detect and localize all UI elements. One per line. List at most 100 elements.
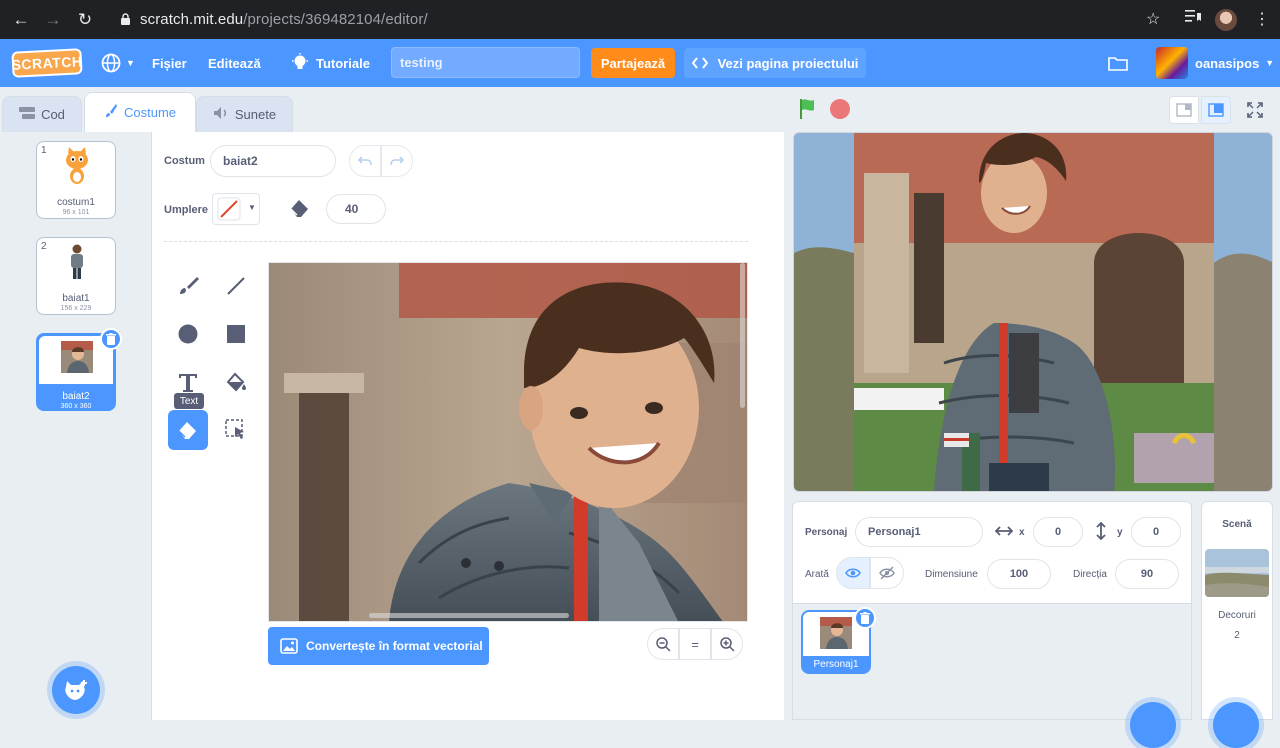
select-tool[interactable] bbox=[216, 410, 256, 450]
line-tool[interactable] bbox=[216, 266, 256, 306]
stage[interactable] bbox=[793, 132, 1273, 492]
delete-costume-trash-icon[interactable] bbox=[100, 328, 122, 350]
add-sprite-button[interactable] bbox=[1130, 702, 1176, 748]
undo-button[interactable] bbox=[349, 145, 381, 177]
zoom-out-icon bbox=[656, 637, 671, 652]
hide-sprite-button[interactable] bbox=[870, 557, 904, 589]
redo-icon bbox=[390, 156, 404, 165]
fill-label: Umplere bbox=[164, 204, 209, 216]
sprite-name-input[interactable]: Personaj1 bbox=[855, 517, 983, 547]
marquee-select-icon bbox=[225, 419, 244, 439]
small-stage-button[interactable] bbox=[1169, 96, 1199, 124]
language-menu[interactable]: ▼ bbox=[101, 39, 135, 87]
reload-icon[interactable]: ↻ bbox=[74, 9, 96, 31]
tab-sounds-label: Sunete bbox=[234, 107, 277, 122]
file-menu[interactable]: Fișier bbox=[152, 39, 187, 87]
menu-bar: SCRATCH ▼ Fișier Editează Tutoriale test… bbox=[0, 39, 1280, 87]
circle-icon bbox=[178, 324, 198, 344]
direction-input[interactable]: 90 bbox=[1115, 559, 1179, 589]
size-input[interactable]: 100 bbox=[987, 559, 1051, 589]
see-project-page-button[interactable]: Vezi pagina proiectului bbox=[684, 48, 866, 78]
redo-button[interactable] bbox=[381, 145, 413, 177]
backdrops-label: Decoruri bbox=[1218, 610, 1256, 621]
address-bar[interactable]: scratch.mit.edu/projects/369482104/edito… bbox=[110, 5, 1190, 34]
edit-menu[interactable]: Editează bbox=[208, 39, 261, 87]
fullscreen-icon bbox=[1247, 102, 1263, 118]
text-icon bbox=[179, 374, 197, 392]
costume-item-2[interactable]: 2 baiat1 156 x 229 bbox=[36, 237, 116, 315]
sprite-name-label: Personaj bbox=[805, 527, 848, 538]
fullscreen-button[interactable] bbox=[1240, 96, 1270, 124]
normal-stage-button[interactable] bbox=[1201, 96, 1231, 124]
code-icon bbox=[19, 107, 36, 122]
eraser-tool[interactable] bbox=[168, 410, 208, 450]
normal-stage-icon bbox=[1208, 103, 1224, 117]
zoom-out-button[interactable] bbox=[647, 628, 679, 660]
zoom-reset-button[interactable]: = bbox=[679, 628, 711, 660]
scratch-logo[interactable]: SCRATCH bbox=[11, 48, 83, 78]
rectangle-tool[interactable] bbox=[216, 314, 256, 354]
delete-sprite-trash-icon[interactable] bbox=[854, 607, 876, 629]
direction-label: Direcția bbox=[1073, 569, 1107, 580]
image-icon bbox=[280, 638, 298, 654]
tab-costumes[interactable]: Costume bbox=[84, 92, 196, 132]
my-stuff-folder-icon[interactable] bbox=[1108, 39, 1128, 87]
url-host: scratch.mit.edu bbox=[140, 11, 244, 28]
circle-tool[interactable] bbox=[168, 314, 208, 354]
lightbulb-icon bbox=[292, 53, 308, 69]
add-backdrop-button[interactable] bbox=[1213, 702, 1259, 748]
user-avatar[interactable] bbox=[1156, 47, 1188, 79]
scene-panel[interactable]: Scenă Decoruri 2 bbox=[1201, 501, 1273, 720]
sprite-thumbnail bbox=[820, 617, 852, 649]
backdrops-count: 2 bbox=[1234, 630, 1240, 641]
add-costume-button[interactable] bbox=[52, 666, 100, 714]
no-fill-swatch-icon bbox=[217, 197, 241, 221]
bookmark-star-icon[interactable]: ☆ bbox=[1146, 9, 1160, 29]
tab-code[interactable]: Cod bbox=[2, 96, 82, 132]
lock-icon bbox=[120, 12, 132, 27]
tutorials-label: Tutoriale bbox=[316, 55, 370, 71]
y-position-input[interactable]: 0 bbox=[1131, 517, 1181, 547]
fill-color-picker[interactable]: ▼ bbox=[212, 193, 260, 225]
tutorials-menu[interactable]: Tutoriale bbox=[291, 39, 370, 87]
canvas-vertical-scrollbar[interactable] bbox=[740, 263, 745, 408]
forward-arrow-icon[interactable]: → bbox=[42, 9, 64, 31]
costume-name: baiat1 bbox=[62, 293, 90, 304]
paint-canvas[interactable] bbox=[268, 262, 748, 622]
undo-icon bbox=[358, 156, 372, 165]
account-menu[interactable]: oanasipos ▼ bbox=[1195, 39, 1274, 87]
project-title-input[interactable]: testing bbox=[391, 47, 580, 78]
tab-sounds[interactable]: Sunete bbox=[196, 96, 293, 132]
stop-sign-icon[interactable] bbox=[830, 99, 850, 119]
eye-slash-icon bbox=[879, 566, 895, 580]
convert-to-vector-button[interactable]: Convertește în format vectorial bbox=[268, 627, 489, 665]
costume-name-label: Costum bbox=[164, 155, 205, 167]
brush-size-input[interactable]: 40 bbox=[326, 194, 386, 224]
browser-profile-avatar[interactable] bbox=[1215, 9, 1237, 31]
costume-name: costum1 bbox=[57, 197, 95, 208]
horizontal-arrows-icon bbox=[994, 524, 1014, 542]
tab-costumes-label: Costume bbox=[123, 105, 177, 120]
costume-item-1[interactable]: 1 costum1 96 x 101 bbox=[36, 141, 116, 219]
reading-list-icon[interactable] bbox=[1185, 9, 1201, 28]
zoom-in-button[interactable] bbox=[711, 628, 743, 660]
arrows-icon bbox=[691, 57, 708, 69]
brush-tool[interactable] bbox=[168, 266, 208, 306]
globe-icon bbox=[101, 53, 121, 73]
costume-name-input[interactable]: baiat2 bbox=[210, 145, 336, 177]
scene-title: Scenă bbox=[1222, 519, 1252, 530]
cat-add-icon bbox=[65, 680, 87, 700]
green-flag-icon[interactable] bbox=[797, 98, 819, 120]
show-sprite-button[interactable] bbox=[836, 557, 870, 589]
costume-dimensions: 360 x 360 bbox=[60, 403, 92, 410]
back-arrow-icon[interactable]: ← bbox=[10, 9, 32, 31]
vertical-arrows-icon bbox=[1095, 521, 1107, 545]
costume-number: 3 bbox=[43, 339, 49, 350]
chevron-down-icon: ▼ bbox=[1265, 58, 1275, 68]
canvas-horizontal-scrollbar[interactable] bbox=[369, 613, 569, 618]
more-menu-icon[interactable]: ⋮ bbox=[1254, 9, 1270, 29]
x-position-input[interactable]: 0 bbox=[1033, 517, 1083, 547]
paint-bucket-icon bbox=[226, 372, 246, 392]
fill-tool[interactable] bbox=[216, 362, 256, 402]
share-button[interactable]: Partajează bbox=[591, 48, 675, 78]
